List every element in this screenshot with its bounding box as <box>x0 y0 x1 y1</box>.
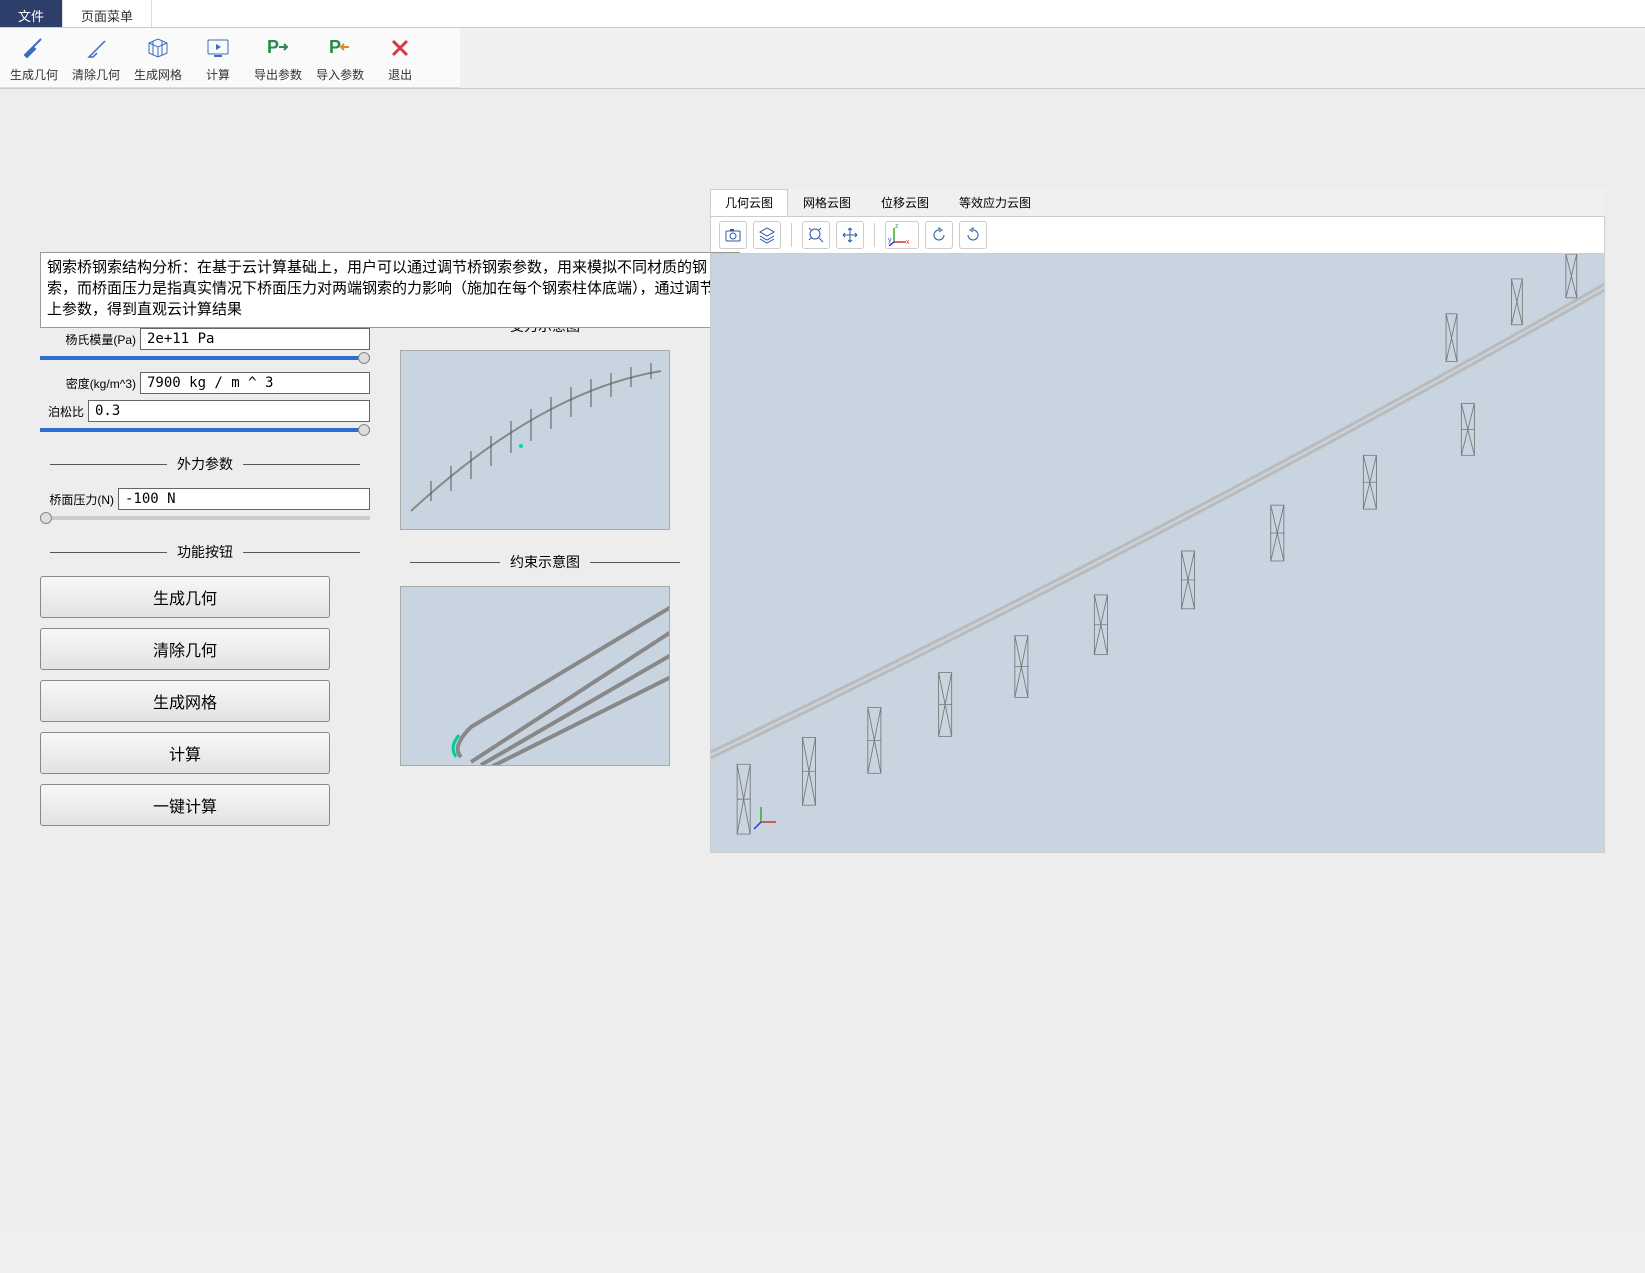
view-tab-geom[interactable]: 几何云图 <box>710 189 788 216</box>
section-constraint-schematic: 约束示意图 <box>400 552 690 572</box>
toolbar: 生成几何 清除几何 生成网格 计算 P 导出参数 P 导入参数 退出 <box>0 28 460 88</box>
poisson-slider[interactable] <box>40 428 370 432</box>
tb-clear-geom[interactable]: 清除几何 <box>72 34 120 83</box>
move-icon[interactable] <box>836 221 864 249</box>
play-icon <box>204 34 232 62</box>
young-label: 杨氏模量(Pa) <box>40 331 140 348</box>
axis-gizmo <box>751 802 781 832</box>
young-input[interactable] <box>140 328 370 350</box>
svg-text:z: z <box>895 224 899 230</box>
tb-exit-label: 退出 <box>388 66 412 83</box>
tb-import-param-label: 导入参数 <box>316 66 364 83</box>
tab-file[interactable]: 文件 <box>0 0 63 27</box>
close-icon <box>386 34 414 62</box>
tb-compute-label: 计算 <box>206 66 230 83</box>
layers-icon[interactable] <box>753 221 781 249</box>
view-tab-mesh[interactable]: 网格云图 <box>788 189 866 216</box>
tab-page-menu[interactable]: 页面菜单 <box>63 0 152 27</box>
mid-column: 受力示意图 <box>400 294 690 1212</box>
constraint-schematic <box>400 586 670 766</box>
tb-gen-mesh[interactable]: 生成网格 <box>134 34 182 83</box>
toolbar-container: 生成几何 清除几何 生成网格 计算 P 导出参数 P 导入参数 退出 <box>0 28 1645 89</box>
young-slider[interactable] <box>40 356 370 360</box>
axis-xyz-icon[interactable]: z x y <box>885 221 919 249</box>
rotate-right-icon[interactable] <box>959 221 987 249</box>
right-column: 几何云图 网格云图 位移云图 等效应力云图 z x y <box>710 189 1605 1212</box>
view-tab-stress[interactable]: 等效应力云图 <box>944 189 1046 216</box>
btn-gen-geom[interactable]: 生成几何 <box>40 576 330 618</box>
pressure-slider[interactable] <box>40 516 370 520</box>
cube-mesh-icon <box>144 34 172 62</box>
tb-gen-mesh-label: 生成网格 <box>134 66 182 83</box>
camera-icon[interactable] <box>719 221 747 249</box>
broom-icon <box>82 34 110 62</box>
export-icon: P <box>264 34 292 62</box>
btn-clear-geom[interactable]: 清除几何 <box>40 628 330 670</box>
pressure-label: 桥面压力(N) <box>40 491 118 508</box>
btn-compute[interactable]: 计算 <box>40 732 330 774</box>
view-tabs: 几何云图 网格云图 位移云图 等效应力云图 <box>710 189 1605 216</box>
section-function-buttons: 功能按钮 <box>40 542 370 562</box>
tb-gen-geom[interactable]: 生成几何 <box>10 34 58 83</box>
tb-clear-geom-label: 清除几何 <box>72 66 120 83</box>
pressure-input[interactable] <box>118 488 370 510</box>
import-icon: P <box>326 34 354 62</box>
svg-text:x: x <box>906 239 910 246</box>
poisson-label: 泊松比 <box>40 403 88 420</box>
main-viewport[interactable] <box>710 253 1605 853</box>
viewer-toolbar: z x y <box>710 216 1605 253</box>
poisson-input[interactable] <box>88 400 370 422</box>
description-box: 钢索桥钢索结构分析：在基于云计算基础上，用户可以通过调节桥钢索参数，用来模拟不同… <box>40 252 740 328</box>
zoom-fit-icon[interactable] <box>802 221 830 249</box>
section-force-params: 外力参数 <box>40 454 370 474</box>
force-schematic <box>400 350 670 530</box>
tb-gen-geom-label: 生成几何 <box>10 66 58 83</box>
tb-compute[interactable]: 计算 <box>196 34 240 83</box>
top-tabs: 文件 页面菜单 <box>0 0 1645 28</box>
rotate-left-icon[interactable] <box>925 221 953 249</box>
svg-text:P: P <box>329 37 341 57</box>
density-label: 密度(kg/m^3) <box>40 375 140 392</box>
view-tab-disp[interactable]: 位移云图 <box>866 189 944 216</box>
svg-text:P: P <box>267 37 279 57</box>
tb-import-param[interactable]: P 导入参数 <box>316 34 364 83</box>
left-column: 桥材料参数 杨氏模量(Pa) 密度(kg/m^3) 泊松比 外力参数 桥面压力(… <box>40 189 380 1212</box>
tb-export-param[interactable]: P 导出参数 <box>254 34 302 83</box>
btn-gen-mesh[interactable]: 生成网格 <box>40 680 330 722</box>
tb-exit[interactable]: 退出 <box>378 34 422 83</box>
tb-export-param-label: 导出参数 <box>254 66 302 83</box>
svg-text:y: y <box>888 237 892 244</box>
btn-one-click[interactable]: 一键计算 <box>40 784 330 826</box>
density-input[interactable] <box>140 372 370 394</box>
brush-icon <box>20 34 48 62</box>
